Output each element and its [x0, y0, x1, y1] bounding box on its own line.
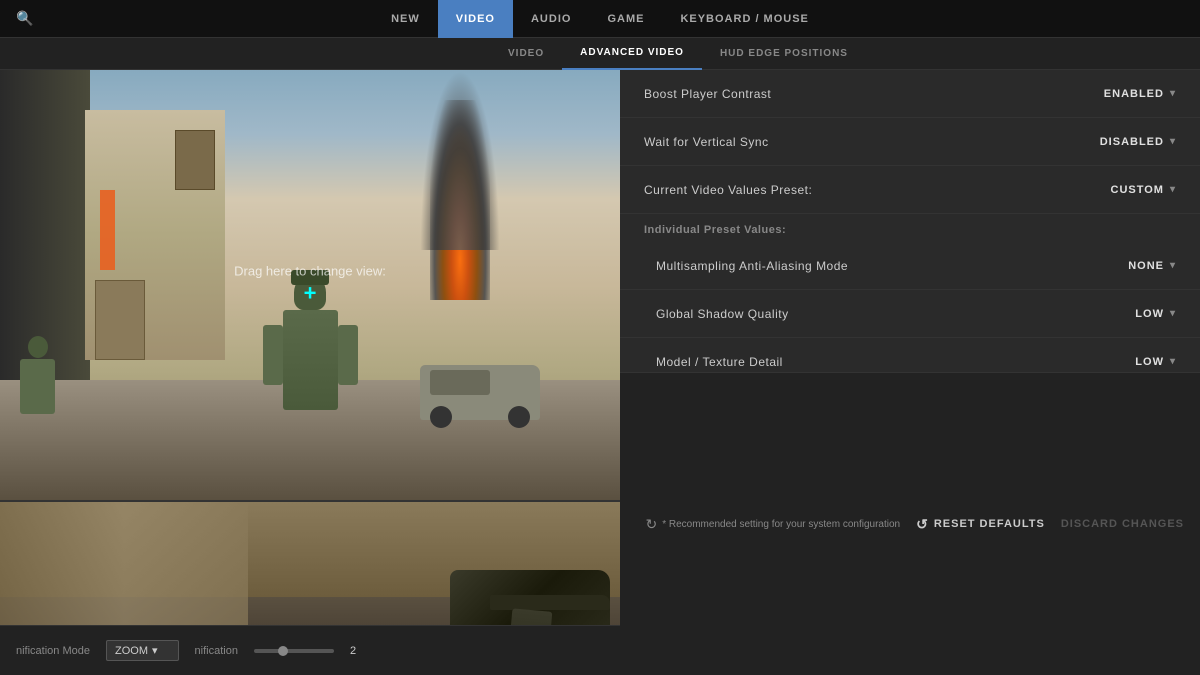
boost-player-contrast-value: ENABLED: [1104, 88, 1164, 100]
nav-item-keyboard-mouse[interactable]: KEYBOARD / MOUSE: [662, 0, 826, 38]
setting-value-vsync[interactable]: DISABLED ▾: [1100, 136, 1176, 148]
setting-value-model-texture[interactable]: LOW ▾: [1135, 356, 1176, 368]
refresh-icon: ↻: [645, 516, 657, 533]
boost-player-contrast-chevron: ▾: [1170, 88, 1176, 99]
nav-item-new[interactable]: NEW: [373, 0, 438, 38]
sub-nav: VIDEO ADVANCED VIDEO HUD EDGE POSITIONS: [0, 38, 1200, 70]
section-header-individual: Individual Preset Values:: [620, 214, 1200, 242]
nav-item-game[interactable]: GAME: [589, 0, 662, 38]
car: [420, 365, 540, 420]
setting-label-model-texture: Model / Texture Detail: [656, 355, 783, 369]
global-shadow-value: LOW: [1135, 308, 1164, 320]
nav-item-audio[interactable]: AUDIO: [513, 0, 589, 38]
recommended-text: * Recommended setting for your system co…: [662, 519, 900, 530]
magnification-thumb[interactable]: [278, 646, 288, 656]
vsync-value: DISABLED: [1100, 136, 1164, 148]
bottom-right-bar: ↻ * Recommended setting for your system …: [620, 372, 1200, 675]
zoom-chevron: ▾: [152, 644, 158, 657]
left-panel: Drag here to change view: +: [0, 70, 620, 675]
soldier-body: [283, 310, 338, 410]
magnification-slider[interactable]: [254, 649, 334, 653]
msaa-chevron: ▾: [1170, 260, 1176, 271]
discard-changes-button[interactable]: DISCARD CHANGES: [1061, 518, 1184, 530]
vsync-chevron: ▾: [1170, 136, 1176, 147]
main-layout: Drag here to change view: +: [0, 70, 1200, 675]
setting-row-video-preset[interactable]: Current Video Values Preset: CUSTOM ▾: [620, 166, 1200, 214]
subnav-advanced-video[interactable]: ADVANCED VIDEO: [562, 38, 702, 70]
model-texture-chevron: ▾: [1170, 356, 1176, 367]
setting-row-vsync[interactable]: Wait for Vertical Sync DISABLED ▾: [620, 118, 1200, 166]
settings-list: Boost Player Contrast ENABLED ▾ Wait for…: [620, 70, 1200, 372]
setting-row-model-texture[interactable]: Model / Texture Detail LOW ▾: [620, 338, 1200, 372]
magnification-value: 2: [350, 645, 356, 657]
game-view-top[interactable]: Drag here to change view: +: [0, 70, 620, 500]
setting-label-msaa: Multisampling Anti-Aliasing Mode: [656, 259, 848, 273]
zoom-select[interactable]: ZOOM ▾: [106, 640, 179, 661]
right-panel: Boost Player Contrast ENABLED ▾ Wait for…: [620, 70, 1200, 675]
setting-value-boost-player-contrast[interactable]: ENABLED ▾: [1104, 88, 1176, 100]
setting-label-global-shadow: Global Shadow Quality: [656, 307, 789, 321]
video-preset-value: CUSTOM: [1111, 184, 1164, 196]
reset-icon: ↺: [916, 516, 929, 533]
model-texture-value: LOW: [1135, 356, 1164, 368]
setting-row-boost-player-contrast[interactable]: Boost Player Contrast ENABLED ▾: [620, 70, 1200, 118]
global-shadow-chevron: ▾: [1170, 308, 1176, 319]
nav-item-video[interactable]: VIDEO: [438, 0, 513, 38]
recommended-note: ↻ * Recommended setting for your system …: [645, 516, 900, 533]
soldier-center: [270, 275, 350, 410]
soldier-left: [20, 336, 55, 415]
search-icon[interactable]: 🔍: [16, 10, 33, 27]
setting-label-boost-player-contrast: Boost Player Contrast: [644, 87, 771, 101]
zoom-value: ZOOM: [115, 645, 148, 657]
reset-label: RESET DEFAULTS: [934, 518, 1045, 530]
magnification-mode-label: nification Mode: [16, 645, 90, 657]
soldier-head: [294, 275, 326, 310]
bottom-left-bar: nification Mode ZOOM ▾ nification 2: [0, 625, 620, 675]
top-nav: 🔍 NEW VIDEO AUDIO GAME KEYBOARD / MOUSE: [0, 0, 1200, 38]
setting-row-msaa[interactable]: Multisampling Anti-Aliasing Mode NONE ▾: [620, 242, 1200, 290]
game-scene-top: Drag here to change view: +: [0, 70, 620, 500]
setting-row-global-shadow[interactable]: Global Shadow Quality LOW ▾: [620, 290, 1200, 338]
setting-value-global-shadow[interactable]: LOW ▾: [1135, 308, 1176, 320]
setting-label-video-preset: Current Video Values Preset:: [644, 183, 812, 197]
video-preset-chevron: ▾: [1170, 184, 1176, 195]
magnification-label: nification: [195, 645, 238, 657]
smoke-cloud: [420, 70, 500, 250]
setting-value-video-preset[interactable]: CUSTOM ▾: [1111, 184, 1177, 196]
orange-barrier: [100, 190, 115, 270]
subnav-hud-edge[interactable]: HUD EDGE POSITIONS: [702, 38, 866, 70]
setting-label-vsync: Wait for Vertical Sync: [644, 135, 769, 149]
setting-value-msaa[interactable]: NONE ▾: [1128, 260, 1176, 272]
reset-defaults-button[interactable]: ↺ RESET DEFAULTS: [916, 516, 1045, 533]
subnav-video[interactable]: VIDEO: [490, 38, 562, 70]
msaa-value: NONE: [1128, 260, 1164, 272]
